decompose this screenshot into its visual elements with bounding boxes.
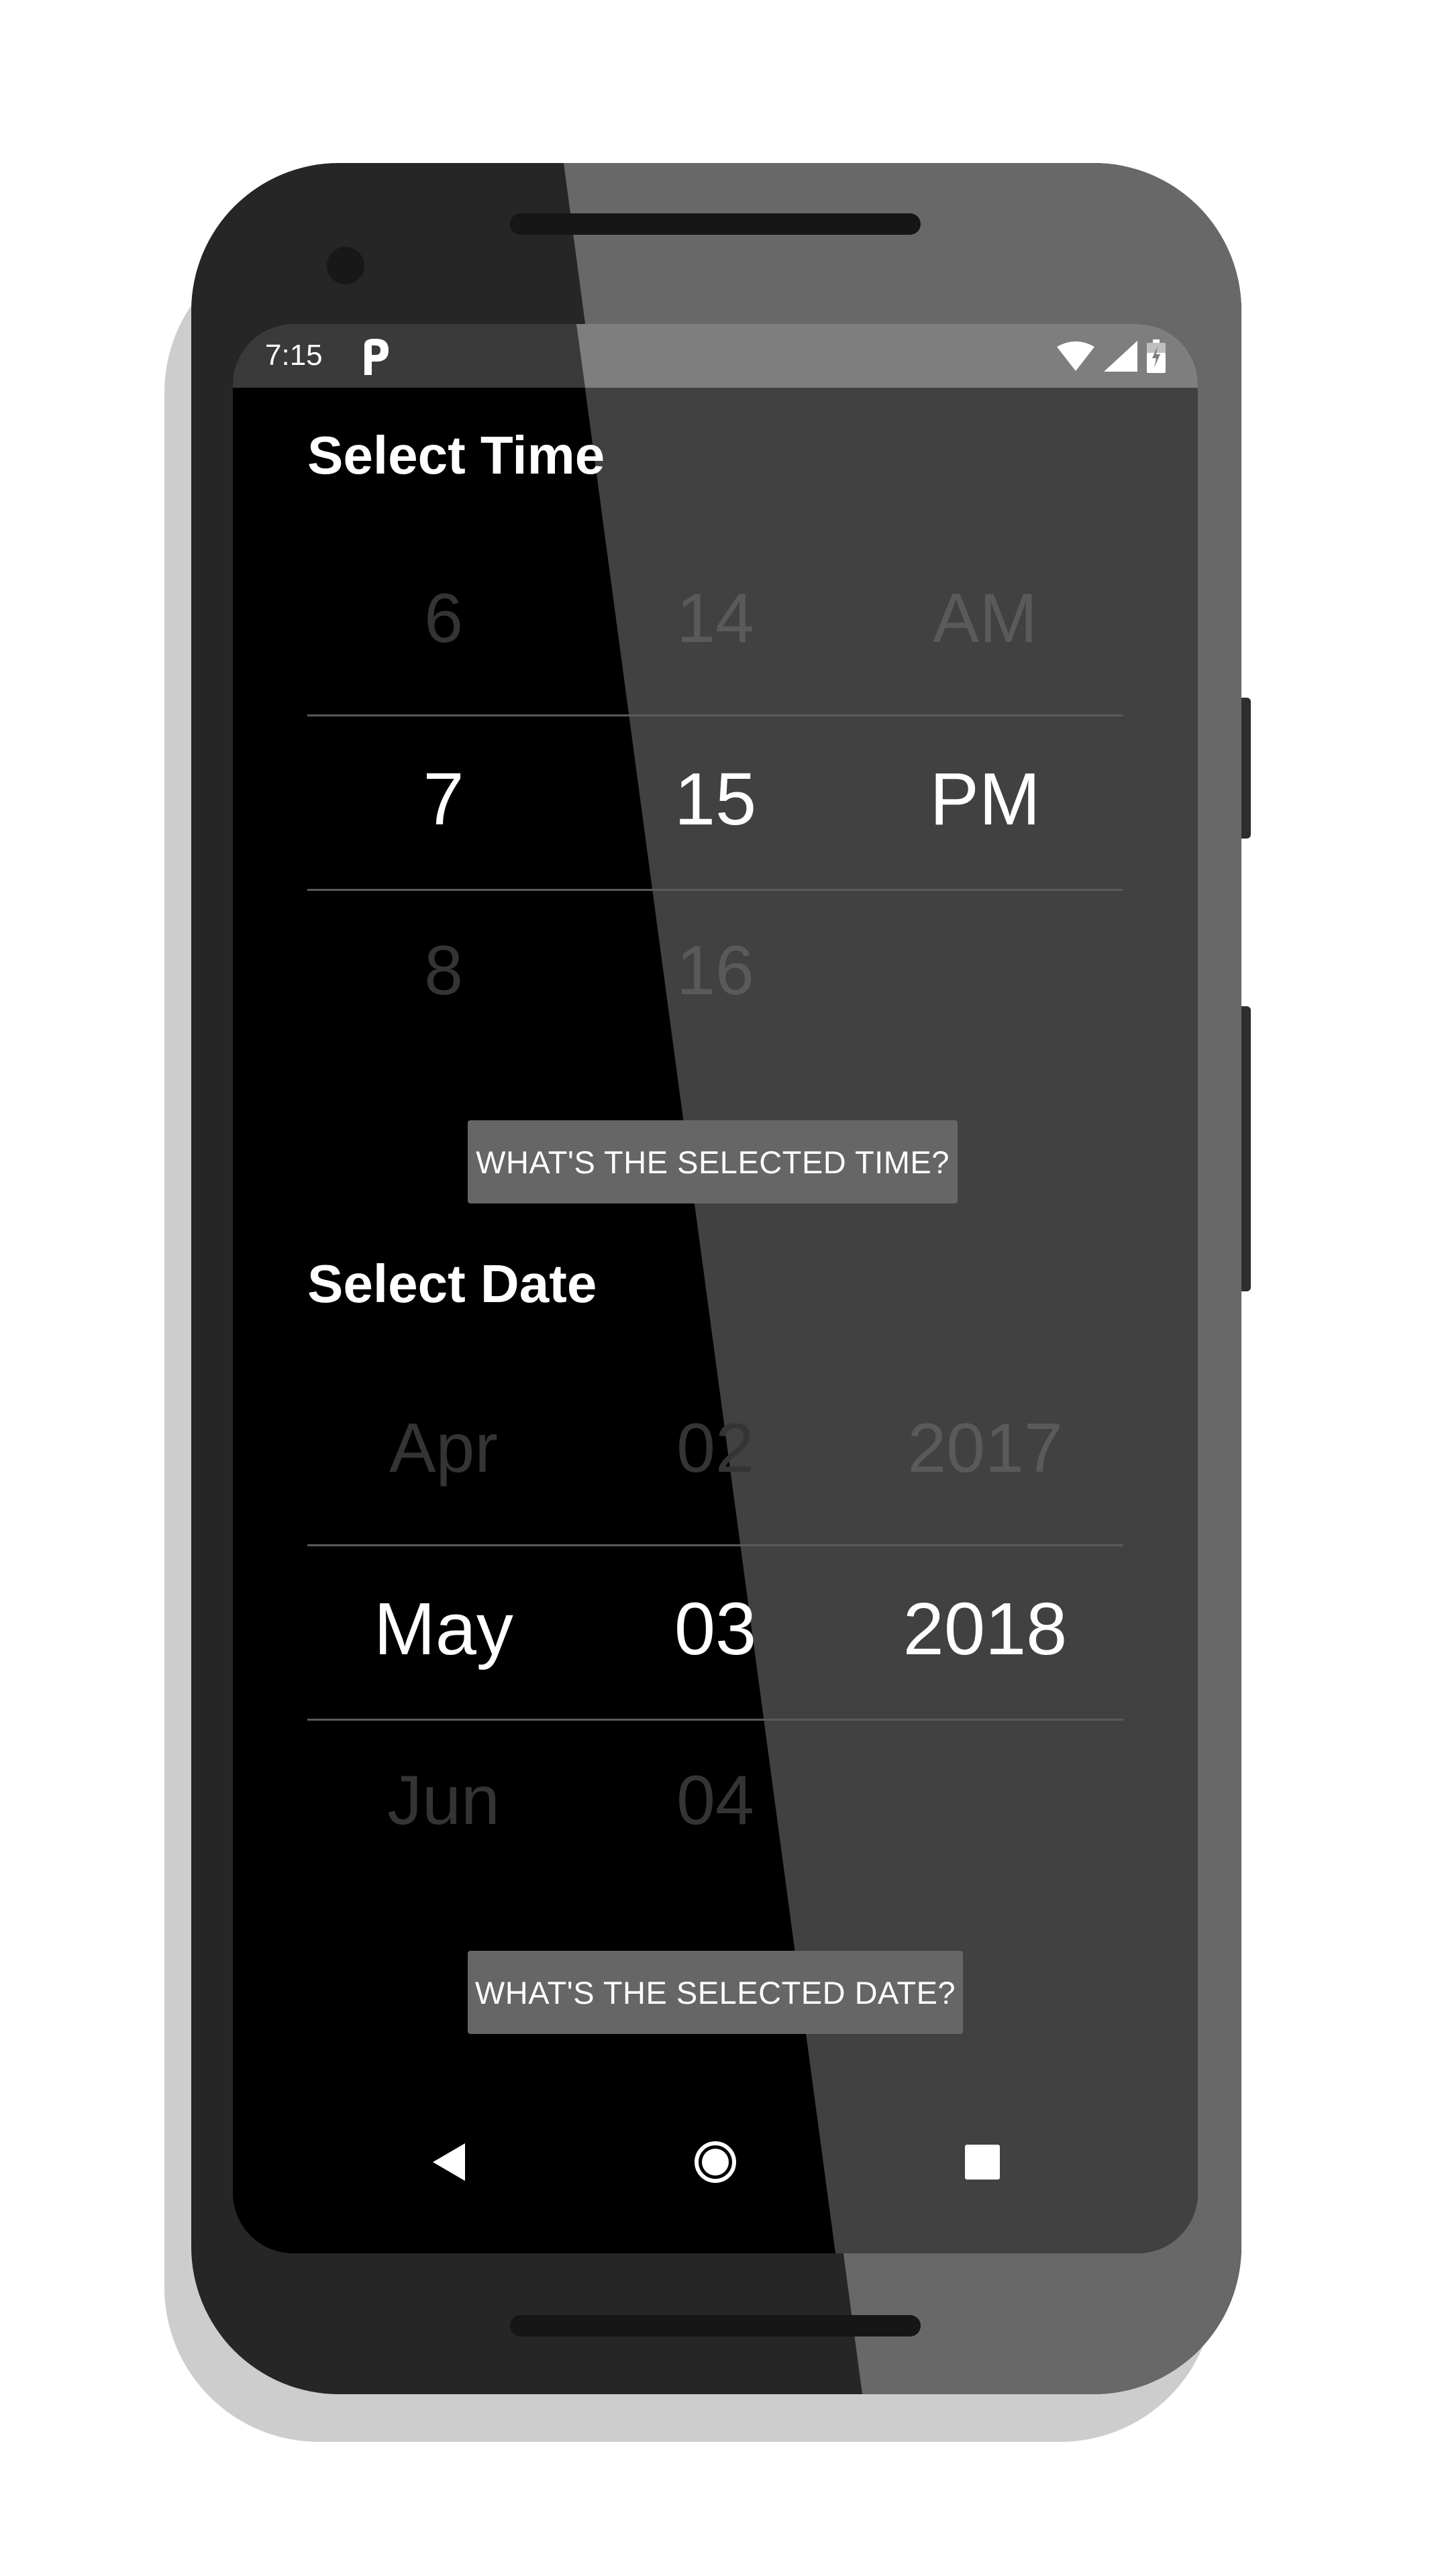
minute-column[interactable]: 14 15 16: [581, 539, 850, 1062]
parking-p-icon: [364, 339, 389, 375]
cell-signal-icon: [1104, 341, 1137, 372]
front-camera: [327, 247, 364, 284]
device-screen: 7:15 Select Time 6 7 8 14 15 16 AM PM WH…: [233, 324, 1198, 2253]
date-picker[interactable]: Apr May Jun 02 03 04 2017 2018: [307, 1368, 1123, 1892]
minute-next[interactable]: 16: [581, 931, 850, 1011]
day-prev[interactable]: 02: [581, 1409, 850, 1489]
minute-prev[interactable]: 14: [581, 579, 850, 659]
back-button[interactable]: [422, 2135, 476, 2189]
wifi-icon: [1057, 341, 1094, 371]
selected-date-button[interactable]: WHAT'S THE SELECTED DATE?: [468, 1951, 963, 2034]
top-speaker: [510, 213, 921, 235]
select-date-title: Select Date: [307, 1254, 597, 1313]
volume-button: [1241, 1006, 1251, 1291]
minute-selected[interactable]: 15: [581, 757, 850, 842]
status-time: 7:15: [265, 339, 323, 372]
year-prev[interactable]: 2017: [851, 1409, 1119, 1489]
month-selected[interactable]: May: [309, 1587, 578, 1672]
year-column[interactable]: 2017 2018: [851, 1368, 1119, 1892]
recents-button[interactable]: [956, 2135, 1009, 2189]
select-time-title: Select Time: [307, 425, 605, 485]
battery-charging-icon: [1147, 339, 1166, 373]
ampm-column[interactable]: AM PM: [851, 539, 1119, 1062]
back-triangle-icon: [433, 2143, 465, 2181]
time-picker[interactable]: 6 7 8 14 15 16 AM PM: [307, 539, 1123, 1062]
year-selected[interactable]: 2018: [851, 1587, 1119, 1672]
status-bar: 7:15: [233, 324, 1198, 388]
ampm-selected[interactable]: PM: [851, 757, 1119, 842]
hour-column[interactable]: 6 7 8: [309, 539, 578, 1062]
power-button: [1241, 698, 1251, 839]
bottom-speaker: [510, 2315, 921, 2337]
hour-prev[interactable]: 6: [309, 579, 578, 659]
home-circle-icon: [695, 2141, 736, 2183]
hour-selected[interactable]: 7: [309, 757, 578, 842]
recents-square-icon: [965, 2145, 1000, 2180]
month-prev[interactable]: Apr: [309, 1409, 578, 1489]
month-next[interactable]: Jun: [309, 1761, 578, 1841]
hour-next[interactable]: 8: [309, 931, 578, 1011]
day-column[interactable]: 02 03 04: [581, 1368, 850, 1892]
ampm-prev[interactable]: AM: [851, 579, 1119, 659]
navigation-bar: [233, 2108, 1198, 2216]
status-icons: [1057, 339, 1166, 374]
month-column[interactable]: Apr May Jun: [309, 1368, 578, 1892]
home-button[interactable]: [688, 2135, 742, 2189]
day-next[interactable]: 04: [581, 1761, 850, 1841]
selected-time-button[interactable]: WHAT'S THE SELECTED TIME?: [468, 1120, 958, 1203]
day-selected[interactable]: 03: [581, 1587, 850, 1672]
